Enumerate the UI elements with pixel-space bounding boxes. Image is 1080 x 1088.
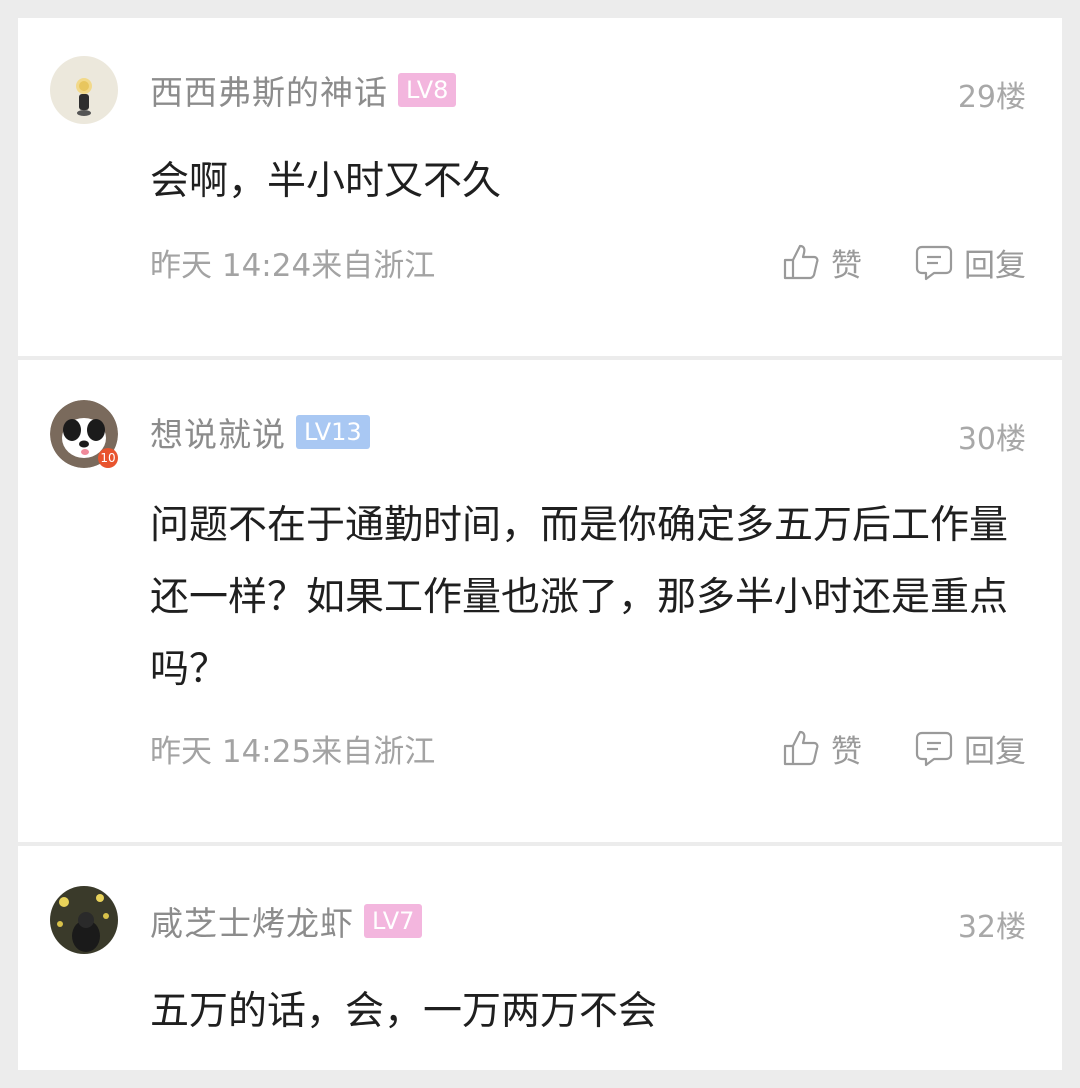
username[interactable]: 想说就说 (150, 408, 286, 456)
username[interactable]: 西西弗斯的神话 (150, 66, 388, 114)
thumbs-up-icon (783, 730, 819, 766)
avatar-badge: 10 (98, 448, 118, 468)
avatar[interactable] (50, 56, 118, 124)
reply-button[interactable]: 回复 (914, 726, 1026, 771)
comment-card: 10 想说就说 LV13 30楼 问题不在于通勤时间，而是你确定多五万后工作量还… (18, 360, 1062, 842)
level-badge: LV7 (364, 904, 423, 938)
reply-label: 回复 (964, 733, 1026, 770)
level-badge: LV13 (296, 415, 370, 449)
reply-label: 回复 (964, 247, 1026, 284)
level-badge: LV8 (398, 73, 457, 107)
comment-text: 五万的话，会，一万两万不会 (150, 989, 658, 1034)
comment-card: 西西弗斯的神话 LV8 29楼 会啊，半小时又不久 昨天 14:24来自浙江 赞… (18, 18, 1062, 356)
thumbs-up-icon (783, 244, 819, 280)
reply-icon (915, 731, 953, 767)
comment-actions: 赞 回复 (781, 726, 1026, 771)
avatar[interactable] (50, 886, 118, 954)
reply-button[interactable]: 回复 (914, 240, 1026, 285)
like-button[interactable]: 赞 (781, 240, 862, 285)
comment-time: 昨天 14:24来自浙江 (150, 247, 436, 284)
comment-text: 会啊，半小时又不久 (150, 159, 502, 204)
comment-time: 昨天 14:25来自浙江 (150, 733, 436, 770)
like-label: 赞 (831, 733, 862, 770)
user-row: 咸芝士烤龙虾 LV7 (150, 901, 423, 943)
like-button[interactable]: 赞 (781, 726, 862, 771)
avatar[interactable]: 10 (50, 400, 118, 468)
comment-text: 问题不在于通勤时间，而是你确定多五万后工作量还一样？如果工作量也涨了，那多半小时… (150, 503, 1009, 692)
floor-number: 30楼 (957, 422, 1026, 457)
reply-icon (915, 245, 953, 281)
comment-meta: 昨天 14:24来自浙江 赞 回复 (150, 240, 1026, 284)
user-row: 西西弗斯的神话 LV8 (150, 70, 457, 112)
like-label: 赞 (831, 247, 862, 284)
user-row: 想说就说 LV13 (150, 412, 370, 454)
comment-actions: 赞 回复 (781, 240, 1026, 285)
username[interactable]: 咸芝士烤龙虾 (150, 897, 354, 945)
comment-card: 咸芝士烤龙虾 LV7 32楼 五万的话，会，一万两万不会 (18, 846, 1062, 1070)
comment-meta: 昨天 14:25来自浙江 赞 回复 (150, 726, 1026, 770)
floor-number: 32楼 (957, 910, 1026, 945)
floor-number: 29楼 (957, 80, 1026, 115)
